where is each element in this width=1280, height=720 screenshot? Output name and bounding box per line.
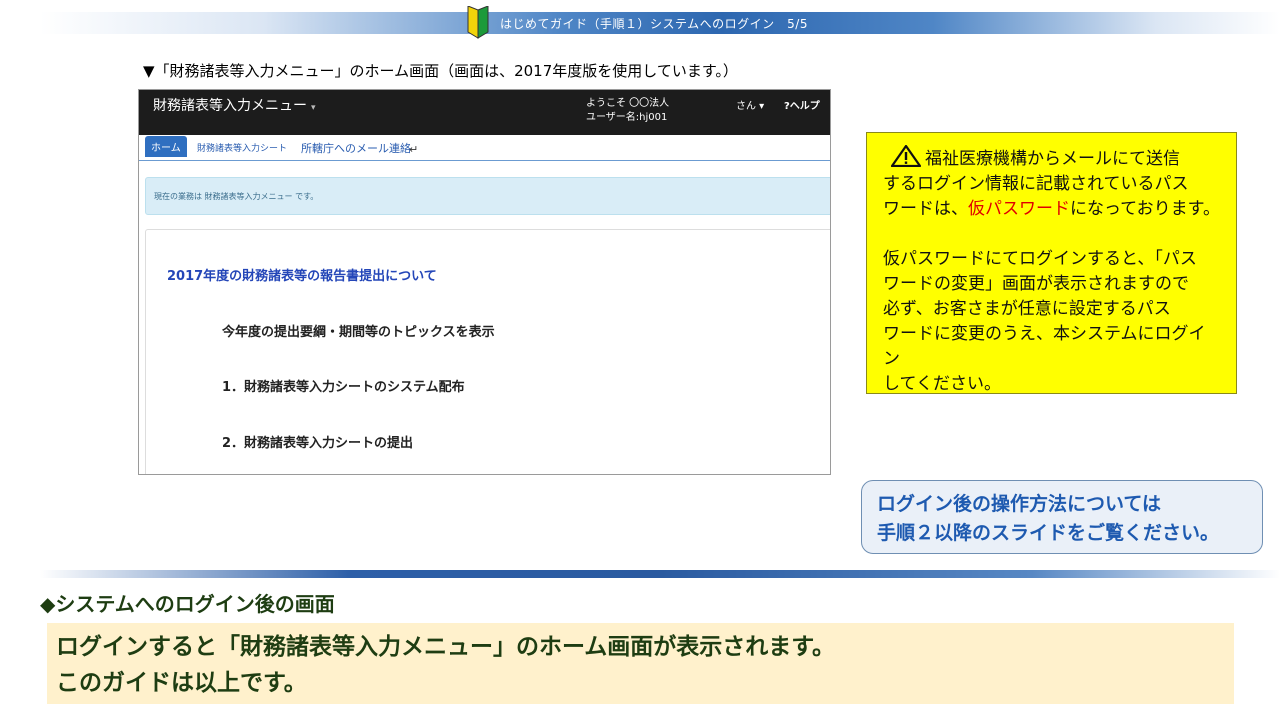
warning-line: してください。 [883, 374, 1001, 394]
app-screenshot: 財務諸表等入力メニュー ▾ ようこそ 〇〇法人 ユーザー名:hj001 さん ▾ … [138, 89, 831, 475]
temp-password-highlight: 仮パスワード [968, 199, 1070, 219]
info-alert: 現在の業務は 財務諸表等入力メニュー です。 [145, 177, 830, 215]
enter-icon: ↵ [409, 143, 419, 156]
warning-line: 福祉医療機構からメールにて送信 [883, 145, 1222, 172]
warning-text: になっております。 [1070, 199, 1220, 219]
content-line: 今年度の提出要綱・期間等のトピックスを表示 [222, 325, 495, 340]
user-menu[interactable]: さん ▾ [736, 97, 764, 112]
screenshot-caption: ▼「財務諸表等入力メニュー」のホーム画面（画面は、2017年度版を使用しています… [143, 62, 738, 80]
warning-note: 福祉医療機構からメールにて送信 するログイン情報に記載されているパス ワードは、… [866, 132, 1237, 394]
content-heading: 2017年度の財務諸表等の報告書提出について [167, 269, 437, 284]
app-title-label: 財務諸表等入力メニュー [153, 98, 307, 114]
summary-box: ログインすると「財務諸表等入力メニュー」のホーム画面が表示されます。 このガイド… [47, 623, 1234, 704]
app-header: 財務諸表等入力メニュー ▾ ようこそ 〇〇法人 ユーザー名:hj001 さん ▾ … [139, 90, 830, 135]
welcome-line: ようこそ 〇〇法人 [586, 98, 670, 109]
content-line: 1．財務諸表等入力シートのシステム配布 [222, 380, 465, 395]
beginner-mark-icon [467, 6, 489, 39]
section-title: ◆システムへのログイン後の画面 [40, 592, 335, 616]
tab-home[interactable]: ホーム [145, 136, 187, 157]
warning-line: ワードに変更のうえ、本システムにログイン [883, 324, 1206, 369]
warning-text: 福祉医療機構からメールにて送信 [925, 149, 1180, 169]
summary-line: このガイドは以上です。 [56, 670, 307, 696]
header-title: はじめてガイド（手順１）システムへのログイン 5/5 [500, 17, 808, 31]
chevron-down-icon: ▾ [311, 103, 316, 113]
section-divider [40, 570, 1280, 578]
app-title[interactable]: 財務諸表等入力メニュー ▾ [153, 95, 316, 115]
warning-line: ワードの変更」画面が表示されますので [883, 274, 1189, 294]
help-link[interactable]: ?ヘルプ [784, 97, 820, 112]
content-panel: 2017年度の財務諸表等の報告書提出について 今年度の提出要綱・期間等のトピック… [145, 229, 830, 474]
content-line: 2．財務諸表等入力シートの提出 [222, 436, 414, 451]
tab-financial-input-sheet[interactable]: 財務諸表等入力シート [197, 141, 287, 154]
next-steps-line: 手順２以降のスライドをご覧ください。 [877, 522, 1220, 544]
warning-line: ワードは、仮パスワードになっております。 [883, 197, 1222, 222]
summary-line: ログインすると「財務諸表等入力メニュー」のホーム画面が表示されます。 [56, 634, 836, 660]
app-tab-bar: ホーム 財務諸表等入力シート 所轄庁へのメール連絡 ↵ [139, 135, 830, 161]
warning-line: 必ず、お客さまが任意に設定するパス [883, 299, 1171, 319]
username-line: ユーザー名:hj001 [586, 112, 668, 123]
next-steps-line: ログイン後の操作方法については [877, 493, 1162, 515]
welcome-text: ようこそ 〇〇法人 ユーザー名:hj001 [586, 97, 669, 125]
warning-line: 仮パスワードにてログインすると、「パス [883, 249, 1197, 269]
info-text: 現在の業務は 財務諸表等入力メニュー です。 [154, 192, 319, 201]
tab-mail-contact[interactable]: 所轄庁へのメール連絡 [301, 140, 411, 156]
warning-text: ワードは、 [883, 199, 968, 219]
warning-line: するログイン情報に記載されているパス [883, 174, 1189, 194]
warning-triangle-icon [891, 145, 921, 167]
next-steps-callout: ログイン後の操作方法については 手順２以降のスライドをご覧ください。 [861, 480, 1263, 554]
